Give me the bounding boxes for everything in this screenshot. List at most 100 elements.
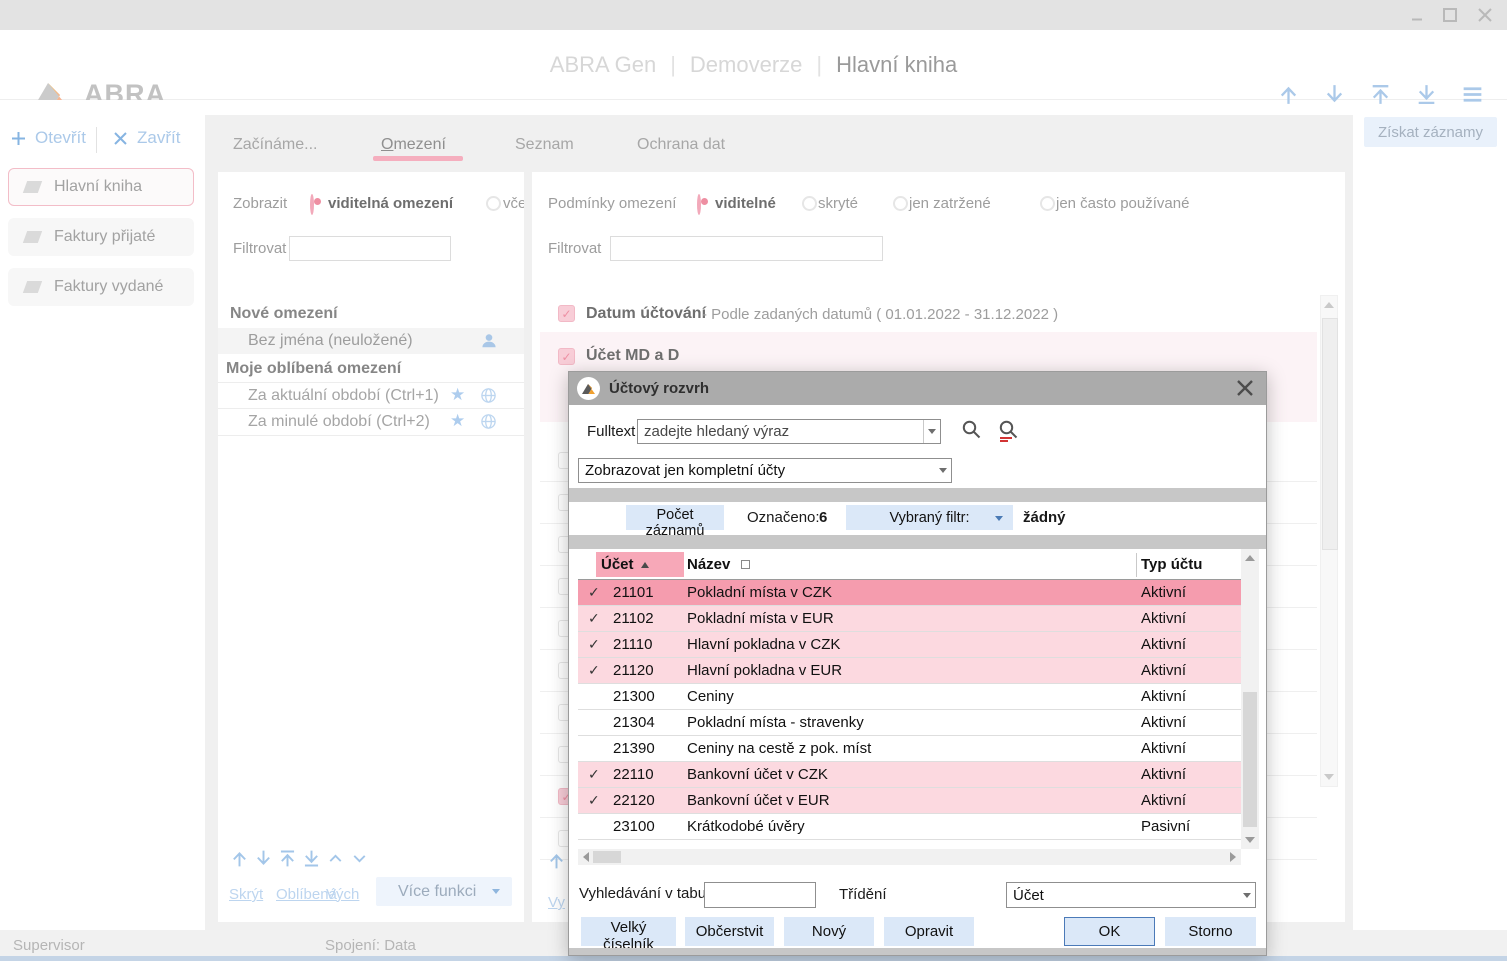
big-catalog-button[interactable]: Velký číselník — [581, 917, 676, 946]
scrollbar-thumb[interactable] — [593, 851, 621, 863]
restrictions-filter-input[interactable] — [289, 236, 451, 261]
table-row[interactable]: ✓21102Pokladní místa v EURAktivní — [578, 606, 1241, 632]
move-bottom-icon[interactable] — [301, 848, 322, 869]
arrow-down-icon[interactable] — [1322, 82, 1347, 107]
scroll-left-icon[interactable] — [578, 849, 594, 865]
table-row[interactable]: ✓21110Hlavní pokladna v CZKAktivní — [578, 632, 1241, 658]
arrow-bottom-icon[interactable] — [1414, 82, 1439, 107]
table-horizontal-scrollbar[interactable] — [578, 849, 1241, 865]
radio-visible-restrictions[interactable] — [310, 194, 314, 215]
favorite-restriction-previous[interactable]: Za minulé období (Ctrl+2) ★ — [218, 408, 524, 436]
table-row[interactable]: 21304Pokladní místa - stravenkyAktivní — [578, 710, 1241, 736]
radio-conditions-hidden-label[interactable]: skryté — [818, 195, 858, 212]
edit-button[interactable]: Opravit — [884, 917, 974, 946]
dialog-titlebar[interactable]: Účtový rozvrh — [569, 372, 1266, 405]
get-records-button[interactable]: Získat záznamy — [1364, 117, 1497, 147]
arrow-top-icon[interactable] — [1368, 82, 1393, 107]
tab-seznam[interactable]: Seznam — [515, 136, 574, 154]
refresh-button[interactable]: Občerstvit — [685, 917, 774, 946]
search-link-partial[interactable]: Vy — [548, 894, 565, 911]
combo-dropdown-button[interactable] — [923, 420, 940, 443]
radio-including-hidden-label[interactable]: včetn — [503, 195, 524, 212]
close-book-button[interactable]: Zavřít — [112, 128, 180, 148]
scroll-right-icon[interactable] — [1225, 849, 1241, 865]
ok-button[interactable]: OK — [1064, 917, 1155, 946]
default-link[interactable]: Vých — [326, 886, 359, 903]
move-up-icon[interactable] — [546, 850, 567, 871]
new-button[interactable]: Nový — [784, 917, 874, 946]
globe-icon[interactable] — [480, 387, 497, 404]
radio-conditions-visible[interactable] — [697, 194, 701, 215]
red-underline — [1000, 437, 1012, 439]
scroll-down-icon[interactable] — [1242, 832, 1258, 848]
hide-link[interactable]: Skrýt — [229, 886, 263, 903]
expand-icon[interactable] — [349, 848, 370, 869]
fulltext-search-icon[interactable] — [998, 419, 1020, 441]
combo-dropdown-button[interactable] — [1239, 883, 1255, 907]
search-icon[interactable] — [961, 419, 983, 441]
condition-checkbox[interactable]: ✓ — [558, 305, 575, 322]
scroll-up-icon[interactable] — [1321, 297, 1337, 313]
sidebar-item-faktury-prijate[interactable]: Faktury přijaté — [8, 218, 194, 256]
radio-conditions-hidden[interactable] — [802, 196, 817, 211]
scroll-up-icon[interactable] — [1242, 550, 1258, 566]
selected-filter-combo[interactable]: Vybraný filtr: — [846, 505, 1013, 530]
globe-icon[interactable] — [480, 413, 497, 430]
table-row[interactable]: 21300CeninyAktivní — [578, 684, 1241, 710]
star-icon[interactable]: ★ — [450, 385, 465, 405]
radio-conditions-checked[interactable] — [893, 196, 908, 211]
open-book-button[interactable]: Otevřít — [10, 128, 86, 148]
scrollbar-thumb[interactable] — [1243, 692, 1257, 827]
conditions-scrollbar[interactable] — [1320, 295, 1338, 787]
table-vertical-scrollbar[interactable] — [1241, 549, 1259, 849]
minimize-icon[interactable] — [1408, 5, 1428, 25]
menu-icon[interactable] — [1460, 82, 1485, 107]
move-top-icon[interactable] — [277, 848, 298, 869]
radio-conditions-frequent-label[interactable]: jen často používané — [1056, 195, 1189, 212]
sort-combo[interactable]: Účet — [1006, 882, 1256, 908]
fulltext-combo[interactable] — [637, 419, 941, 444]
maximize-icon[interactable] — [1440, 5, 1460, 25]
move-down-icon[interactable] — [253, 848, 274, 869]
scroll-down-icon[interactable] — [1321, 769, 1337, 785]
condition-checkbox[interactable]: ✓ — [558, 348, 575, 365]
sidebar-item-hlavni-kniha[interactable]: Hlavní kniha — [8, 168, 194, 206]
radio-conditions-visible-label[interactable]: viditelné — [715, 195, 776, 212]
combo-dropdown-button[interactable] — [935, 459, 951, 482]
star-icon[interactable]: ★ — [450, 411, 465, 431]
move-up-icon[interactable] — [229, 848, 250, 869]
table-row[interactable]: ✓22110Bankovní účet v CZKAktivní — [578, 762, 1241, 788]
column-header-name[interactable]: Název — [687, 556, 750, 573]
radio-including-hidden[interactable] — [486, 196, 501, 211]
radio-visible-restrictions-label[interactable]: viditelná omezení — [328, 195, 453, 212]
table-search-input[interactable] — [704, 882, 816, 908]
tab-ochrana-dat[interactable]: Ochrana dat — [637, 136, 725, 154]
cell-type: Aktivní — [1141, 636, 1186, 653]
cancel-button[interactable]: Storno — [1165, 917, 1256, 946]
dialog-close-icon[interactable] — [1234, 377, 1256, 399]
table-row[interactable]: ✓21120Hlavní pokladna v EURAktivní — [578, 658, 1241, 684]
close-icon[interactable] — [1475, 5, 1495, 25]
collapse-icon[interactable] — [325, 848, 346, 869]
table-row[interactable]: 23100Krátkodobé úvěryPasivní — [578, 814, 1241, 840]
sidebar-item-faktury-vydane[interactable]: Faktury vydané — [8, 268, 194, 306]
conditions-filter-input[interactable] — [610, 236, 883, 261]
table-row[interactable]: 21390Ceniny na cestě z pok. místAktivní — [578, 736, 1241, 762]
scrollbar-thumb[interactable] — [1322, 318, 1338, 550]
table-row[interactable]: ✓21101Pokladní místa v CZKAktivní — [578, 580, 1241, 606]
column-header-account[interactable]: Účet — [596, 552, 684, 577]
radio-conditions-frequent[interactable] — [1040, 196, 1055, 211]
more-functions-button[interactable]: Více funkci — [376, 877, 512, 906]
radio-conditions-checked-label[interactable]: jen zatržené — [909, 195, 991, 212]
record-count-button[interactable]: Počet záznamů — [626, 505, 724, 530]
tab-zaciname[interactable]: Začínáme... — [233, 136, 317, 154]
favorite-restriction-current[interactable]: Za aktuální období (Ctrl+1) ★ — [218, 382, 524, 409]
table-row[interactable]: ✓22120Bankovní účet v EURAktivní — [578, 788, 1241, 814]
fulltext-input[interactable] — [638, 422, 923, 441]
restriction-item-unsaved[interactable]: Bez jména (neuložené) — [218, 328, 524, 354]
tab-omezeni[interactable]: Omezení — [381, 136, 446, 154]
arrow-up-icon[interactable] — [1276, 82, 1301, 107]
column-header-type[interactable]: Typ účtu — [1141, 556, 1202, 573]
condition-row-datum-uctovani[interactable]: ✓ Datum účtování - Podle zadaných datumů… — [540, 300, 1317, 330]
display-mode-combo[interactable]: Zobrazovat jen kompletní účty — [578, 458, 952, 483]
